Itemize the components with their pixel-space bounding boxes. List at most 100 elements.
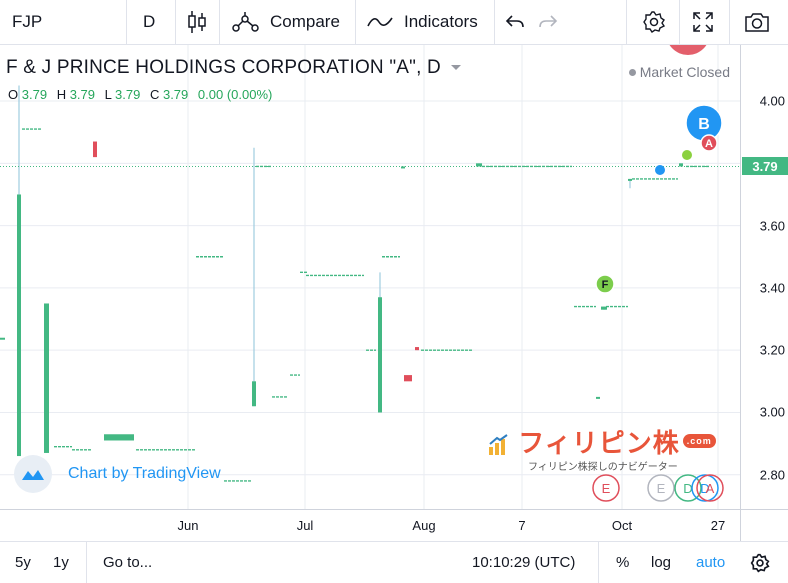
price-tick-label: 3.60 [759, 218, 785, 234]
symbol-description: F & J PRINCE HOLDINGS CORPORATION "A", D [6, 57, 441, 78]
toolbar-divider [598, 542, 599, 583]
candle-body [476, 163, 482, 167]
screenshot-button[interactable] [744, 0, 770, 44]
candle-body [0, 337, 5, 340]
price-tick-label: 3.20 [759, 342, 785, 358]
goto-label: Go to... [103, 554, 153, 571]
redo-button[interactable] [538, 0, 558, 44]
price-tick-label: 3.40 [759, 280, 785, 296]
chart-type-button[interactable] [186, 0, 208, 44]
fullscreen-button[interactable] [692, 0, 714, 44]
clock-display[interactable]: 10:10:29 (UTC) [472, 542, 575, 583]
auto-scale-button[interactable]: auto [696, 542, 725, 583]
time-tick-label: Jun [177, 518, 199, 533]
toolbar-divider [494, 0, 495, 44]
percent-scale-button[interactable]: % [616, 542, 629, 583]
filipin-com: .com [682, 434, 716, 449]
candle-body [93, 141, 97, 158]
candle-body [44, 303, 49, 453]
toolbar-divider [86, 542, 87, 583]
toolbar-divider [126, 0, 127, 44]
undo-icon [505, 15, 524, 28]
bar-chart-logo-icon [488, 432, 510, 456]
status-dot-icon [628, 68, 636, 76]
log-scale-button[interactable]: log [651, 542, 671, 583]
low-value: 3.79 [115, 87, 141, 102]
price-tick-label: 4.00 [759, 93, 785, 109]
redo-icon [539, 15, 558, 28]
bottom-marker-label: E [657, 481, 666, 496]
gear-icon [643, 11, 666, 33]
tradingview-logo-icon [14, 455, 52, 493]
range-5y-button[interactable]: 5y [15, 542, 31, 583]
toolbar-divider [219, 0, 220, 44]
time-tick-label: Jul [296, 518, 314, 533]
filipin-subtitle: フィリピン株探しのナビゲーター [528, 462, 678, 473]
auto-label: auto [696, 554, 726, 571]
bottom-marker-label: E [602, 481, 611, 496]
low-label: L [104, 87, 112, 102]
candle-body [104, 434, 134, 441]
event-dot [682, 150, 692, 160]
range-5y-label: 5y [15, 554, 31, 571]
goto-button[interactable]: Go to... [103, 542, 152, 583]
gear-icon [750, 553, 770, 572]
top-toolbar: FJP D Compare Indicators [0, 0, 788, 45]
candle-body [415, 347, 419, 351]
chart-pane[interactable]: BAFEEDDA F & J PRINCE HOLDINGS CORPORATI… [0, 45, 740, 509]
time-tick-label: 27 [710, 518, 726, 533]
indicators-label: Indicators [404, 12, 478, 31]
fullscreen-icon [693, 12, 713, 32]
candle-body [404, 375, 412, 382]
filipin-text: フィリピン株 [518, 428, 680, 458]
chart-settings-button[interactable] [750, 542, 770, 583]
candle-body [252, 381, 256, 407]
market-status: Market Closed [628, 64, 730, 80]
time-tick-label: Oct [611, 518, 633, 533]
filipin-logo: フィリピン株 .com フィリピン株探しのナビゲーター [488, 423, 716, 473]
event-marker-label: F [602, 279, 609, 291]
interval-label: D [143, 12, 156, 31]
symbol-search[interactable]: FJP [12, 0, 42, 44]
interval-button[interactable]: D [143, 0, 155, 44]
event-marker-label: A [705, 138, 713, 150]
log-label: log [651, 554, 672, 571]
legend-dropdown-icon[interactable] [450, 64, 462, 72]
time-axis[interactable]: Jun Jul Aug 7 Oct 27 [0, 509, 740, 542]
percent-label: % [616, 554, 630, 571]
toolbar-divider [679, 0, 680, 44]
high-value: 3.79 [69, 87, 96, 102]
market-status-label: Market Closed [639, 64, 730, 80]
camera-icon [745, 13, 769, 32]
toolbar-divider [175, 0, 176, 44]
price-tick-label: 2.80 [759, 467, 785, 483]
compare-icon [232, 12, 259, 32]
candle-body [628, 178, 632, 181]
undo-button[interactable] [505, 0, 525, 44]
toolbar-divider [626, 0, 627, 44]
open-value: 3.79 [21, 87, 48, 102]
event-marker-top [669, 45, 707, 55]
toolbar-divider [729, 0, 730, 44]
price-axis[interactable]: 4.003.803.603.403.203.002.803.79 [740, 45, 788, 509]
open-label: O [8, 87, 19, 102]
legend-title: F & J PRINCE HOLDINGS CORPORATION "A", D [6, 57, 462, 79]
candles-icon [188, 11, 206, 33]
close-label: C [149, 87, 160, 102]
candle-body [378, 297, 382, 413]
event-dot [655, 165, 665, 175]
event-marker-label: B [698, 116, 710, 133]
change-value: 0.00 (0.00%) [197, 87, 273, 102]
compare-button[interactable]: Compare [231, 0, 340, 44]
tradingview-watermark[interactable]: Chart by TradingView [14, 455, 221, 493]
range-1y-label: 1y [53, 554, 69, 571]
toolbar-divider [355, 0, 356, 44]
price-tick-label: 3.00 [759, 404, 785, 420]
range-1y-button[interactable]: 1y [53, 542, 69, 583]
settings-button[interactable] [642, 0, 666, 44]
candle-body [596, 396, 600, 399]
indicators-icon [367, 17, 393, 27]
indicators-button[interactable]: Indicators [366, 0, 478, 44]
close-value: 3.79 [162, 87, 189, 102]
bottom-toolbar: 5y 1y Go to... 10:10:29 (UTC) % log auto [0, 541, 788, 583]
